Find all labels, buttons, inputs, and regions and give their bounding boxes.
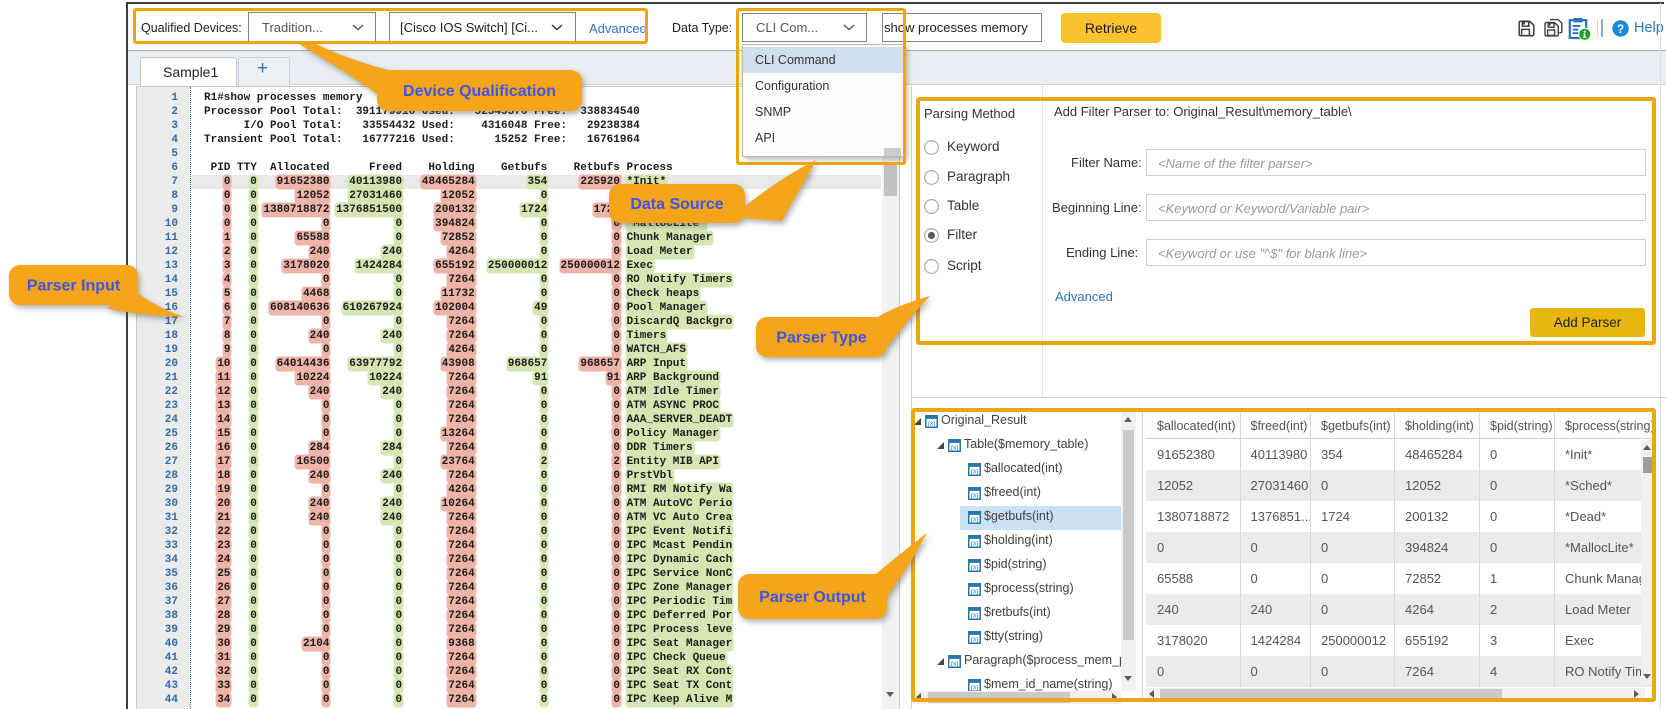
svg-text:Parser Type: Parser Type bbox=[776, 330, 867, 347]
svg-text:Parser Input: Parser Input bbox=[27, 278, 121, 295]
svg-text:Parser Output: Parser Output bbox=[759, 589, 866, 606]
svg-text:Device Qualification: Device Qualification bbox=[403, 83, 556, 100]
svg-text:?: ? bbox=[1617, 22, 1624, 36]
svg-text:Data Source: Data Source bbox=[630, 196, 723, 213]
